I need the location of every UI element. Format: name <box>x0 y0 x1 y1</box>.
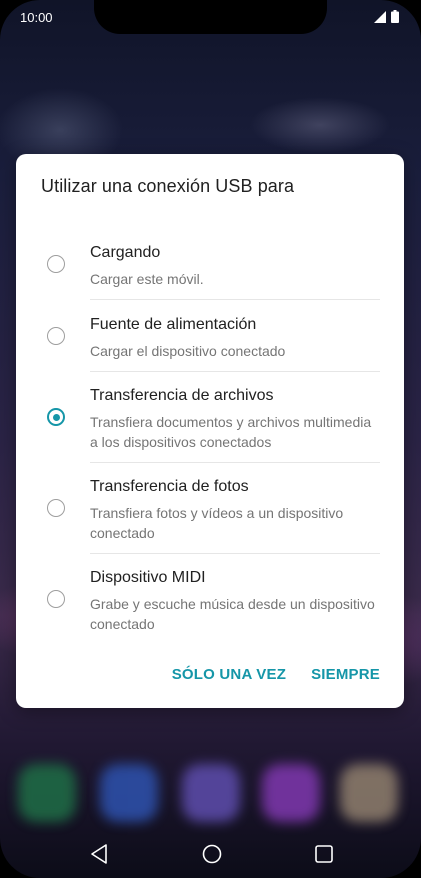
dock-app-icon <box>262 764 320 822</box>
option-title: Transferencia de archivos <box>90 387 274 404</box>
radio-button[interactable] <box>47 590 65 608</box>
option-title: Dispositivo MIDI <box>90 569 206 586</box>
divider <box>90 553 380 554</box>
option-description: Cargar este móvil. <box>90 271 204 287</box>
dock-app-icon <box>340 764 398 822</box>
dialog-actions: SÓLO UNA VEZ SIEMPRE <box>172 666 380 683</box>
option-power-supply[interactable]: Fuente de alimentación Cargar el disposi… <box>16 316 404 366</box>
divider <box>90 299 380 300</box>
home-screen-background: 10:00 Utilizar una conexión USB para Car… <box>0 0 421 878</box>
radio-button[interactable] <box>47 255 65 273</box>
radio-button[interactable] <box>47 327 65 345</box>
dock-app-icon <box>100 764 158 822</box>
option-description: Transfiera documentos y archivos multime… <box>90 414 372 450</box>
option-description: Grabe y escuche música desde un disposit… <box>90 596 375 632</box>
phone-frame: 10:00 Utilizar una conexión USB para Car… <box>0 0 421 878</box>
option-title: Fuente de alimentación <box>90 316 257 333</box>
option-description: Cargar el dispositivo conectado <box>90 343 286 359</box>
home-icon[interactable] <box>200 842 224 866</box>
status-time: 10:00 <box>20 10 53 25</box>
divider <box>90 462 380 463</box>
radio-button-selected[interactable] <box>47 408 65 426</box>
option-charging[interactable]: Cargando Cargar este móvil. <box>16 244 404 294</box>
option-file-transfer[interactable]: Transferencia de archivos Transfiera doc… <box>16 387 404 457</box>
divider <box>90 371 380 372</box>
recents-icon[interactable] <box>312 842 336 866</box>
usb-connection-dialog: Utilizar una conexión USB para Cargando … <box>16 154 404 708</box>
option-title: Transferencia de fotos <box>90 478 249 495</box>
radio-button[interactable] <box>47 499 65 517</box>
dock-app-icon <box>18 764 76 822</box>
battery-icon <box>391 10 399 23</box>
back-icon[interactable] <box>88 842 112 866</box>
dock <box>0 758 421 828</box>
status-icons <box>374 10 399 23</box>
option-description: Transfiera fotos y vídeos a un dispositi… <box>90 505 344 541</box>
always-button[interactable]: SIEMPRE <box>311 666 380 683</box>
option-title: Cargando <box>90 244 161 261</box>
camera-notch <box>94 0 327 34</box>
option-midi-device[interactable]: Dispositivo MIDI Grabe y escuche música … <box>16 569 404 639</box>
option-photo-transfer[interactable]: Transferencia de fotos Transfiera fotos … <box>16 478 404 548</box>
navigation-bar <box>0 836 421 872</box>
dialog-title: Utilizar una conexión USB para <box>41 176 295 196</box>
just-once-button[interactable]: SÓLO UNA VEZ <box>172 666 286 683</box>
dock-app-icon <box>182 764 240 822</box>
signal-icon <box>374 10 386 23</box>
